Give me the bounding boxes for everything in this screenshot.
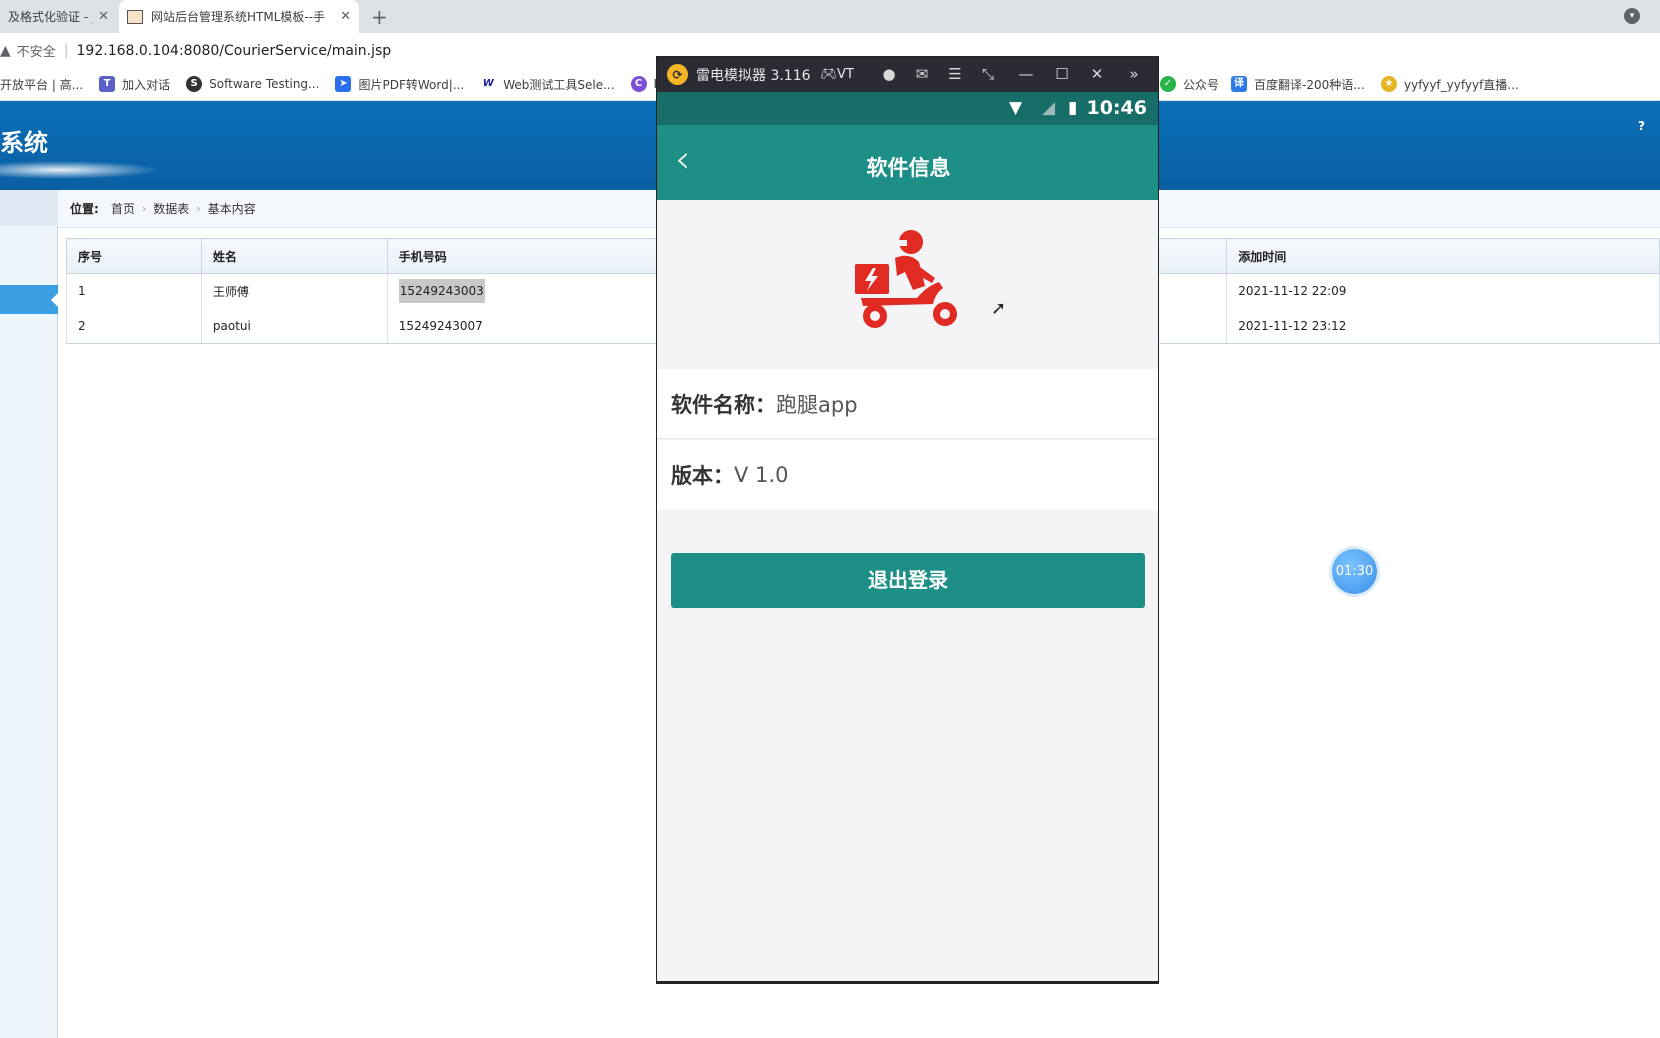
sidebar-item-active[interactable] bbox=[0, 285, 58, 314]
gamepad-icon[interactable]: 🎮︎ bbox=[821, 67, 838, 82]
tab-title: 网站后台管理系统HTML模板--手 bbox=[151, 10, 326, 24]
bookmark-item[interactable]: S Software Testing... bbox=[186, 76, 319, 92]
page-title: 软件信息 bbox=[866, 156, 951, 180]
delivery-scooter-icon bbox=[855, 230, 957, 328]
help-icon[interactable]: ? bbox=[1638, 119, 1645, 133]
teams-icon: T bbox=[99, 76, 116, 92]
translate-icon: 译 bbox=[1231, 76, 1247, 92]
software-name-row: 软件名称： 跑腿app bbox=[657, 369, 1158, 439]
sidebar-header bbox=[0, 190, 58, 226]
resize-icon[interactable]: ⤡ bbox=[975, 57, 1001, 92]
browser-tab-bar: 及格式化验证 - JS ✕ 网站后台管理系统HTML模板--手 ✕ + ▾ bbox=[0, 0, 1660, 33]
bookmark-item[interactable]: 译 百度翻译-200种语... bbox=[1231, 76, 1365, 93]
bookmark-label: 加入对话 bbox=[122, 77, 171, 92]
bookmark-label: 开放平台 | 高... bbox=[0, 77, 84, 92]
breadcrumb-label: 位置: bbox=[70, 202, 99, 216]
column-header[interactable]: 序号 bbox=[66, 238, 202, 274]
bookmark-item[interactable]: W Web测试工具Sele... bbox=[480, 76, 615, 93]
bookmark-label: Web测试工具Sele... bbox=[503, 77, 615, 92]
close-icon[interactable]: ✕ bbox=[98, 9, 109, 24]
breadcrumb-basic-content[interactable]: 基本内容 bbox=[208, 200, 256, 217]
expand-sidebar-icon[interactable]: » bbox=[1121, 57, 1147, 92]
no-signal-icon: ◢ bbox=[1042, 98, 1056, 118]
bookmark-item[interactable]: ✓ 公众号 bbox=[1160, 76, 1219, 93]
close-icon[interactable]: ✕ bbox=[340, 9, 351, 24]
security-label[interactable]: 不安全 bbox=[17, 41, 56, 60]
cell-name: paotui bbox=[200, 308, 388, 344]
breadcrumb-home[interactable]: 首页 bbox=[111, 200, 135, 217]
bookmark-item[interactable]: T 加入对话 bbox=[99, 76, 170, 93]
account-icon[interactable]: ● bbox=[876, 57, 902, 92]
app-toolbar: ‹ 软件信息 bbox=[657, 125, 1158, 200]
minimize-icon[interactable]: — bbox=[1013, 57, 1039, 92]
admin-title: 系统 bbox=[0, 129, 48, 157]
cell-time: 2021-11-12 23:12 bbox=[1226, 308, 1660, 344]
logout-button[interactable]: 退出登录 bbox=[671, 553, 1145, 608]
breadcrumb-datatable[interactable]: 数据表 bbox=[153, 200, 189, 217]
warning-icon[interactable]: ▲ bbox=[0, 43, 11, 59]
version-label: 版本： bbox=[671, 464, 734, 488]
url-text[interactable]: 192.168.0.104:8080/CourierService/main.j… bbox=[77, 43, 392, 59]
wechat-icon: ✓ bbox=[1160, 76, 1176, 92]
circle-logo-icon: C bbox=[630, 76, 647, 92]
battery-icon: ▮ bbox=[1068, 98, 1078, 118]
bookmark-label: Software Testing... bbox=[209, 77, 320, 91]
left-sidebar bbox=[0, 190, 58, 1038]
tab-title: 及格式化验证 - JS bbox=[8, 10, 92, 24]
active-pointer-icon bbox=[51, 293, 58, 307]
browser-tab-1[interactable]: 及格式化验证 - JS ✕ bbox=[0, 0, 117, 33]
cell-no: 1 bbox=[66, 273, 202, 309]
software-testing-icon: S bbox=[186, 76, 203, 92]
close-icon[interactable]: ✕ bbox=[1084, 57, 1110, 92]
bookmark-item[interactable]: 开放平台 | 高... bbox=[0, 76, 83, 93]
emulator-title: 雷电模拟器 3.116 bbox=[696, 67, 811, 84]
bookmark-item[interactable]: ★ yyfyyf_yyfyyf直播... bbox=[1381, 76, 1519, 93]
w-logo-icon: W bbox=[482, 78, 494, 89]
header-swoosh-decoration bbox=[0, 161, 160, 179]
pdf-convert-icon: ➤ bbox=[335, 76, 352, 92]
breadcrumb-separator-icon: › bbox=[196, 202, 201, 215]
emulator-titlebar[interactable]: ⟳ 雷电模拟器 3.116 🎮︎ VT ● ✉ ☰ ⤡ — ☐ ✕ » bbox=[657, 57, 1158, 92]
app-logo-area bbox=[657, 200, 1158, 366]
selected-phone-text[interactable]: 15249243003 bbox=[398, 279, 485, 304]
bookmark-label: 公众号 bbox=[1183, 77, 1220, 92]
software-name-value: 跑腿app bbox=[776, 392, 858, 417]
version-row: 版本： V 1.0 bbox=[657, 440, 1158, 510]
cell-name: 王师傅 bbox=[200, 273, 388, 309]
status-time: 10:46 bbox=[1086, 97, 1147, 119]
breadcrumb-separator-icon: › bbox=[141, 202, 147, 215]
software-name-label: 软件名称： bbox=[671, 392, 776, 417]
bookmark-label: 图片PDF转Word|... bbox=[358, 77, 465, 92]
tab-search-icon[interactable]: ▾ bbox=[1624, 8, 1640, 24]
bookmark-item[interactable]: ➤ 图片PDF转Word|... bbox=[335, 76, 464, 93]
version-value: V 1.0 bbox=[734, 463, 789, 487]
emulator-window: ⟳ 雷电模拟器 3.116 🎮︎ VT ● ✉ ☰ ⤡ — ☐ ✕ » ▼ ◢ … bbox=[656, 56, 1159, 984]
live-stream-icon: ★ bbox=[1381, 76, 1397, 92]
page-favicon-icon bbox=[127, 9, 143, 24]
column-header[interactable]: 姓名 bbox=[200, 238, 388, 274]
menu-icon[interactable]: ☰ bbox=[942, 57, 968, 92]
browser-tab-2[interactable]: 网站后台管理系统HTML模板--手 ✕ bbox=[119, 0, 359, 33]
column-header[interactable]: 添加时间 bbox=[1226, 238, 1660, 274]
emulator-logo-icon: ⟳ bbox=[667, 64, 688, 85]
android-status-bar: ▼ ◢ ▮ 10:46 bbox=[657, 92, 1158, 125]
cell-time: 2021-11-12 22:09 bbox=[1226, 273, 1660, 309]
bookmark-label: 百度翻译-200种语... bbox=[1254, 77, 1365, 92]
vt-label: VT bbox=[837, 67, 854, 82]
maximize-icon[interactable]: ☐ bbox=[1049, 57, 1075, 92]
new-tab-button[interactable]: + bbox=[371, 5, 388, 29]
cell-no: 2 bbox=[66, 308, 202, 344]
recording-timer-badge[interactable]: 01:30 bbox=[1332, 549, 1377, 594]
mouse-cursor-icon: ➚ bbox=[991, 298, 1007, 319]
wifi-icon: ▼ bbox=[1009, 98, 1023, 118]
mail-icon[interactable]: ✉ bbox=[909, 57, 935, 92]
divider: | bbox=[63, 42, 69, 59]
bookmark-label: yyfyyf_yyfyyf直播... bbox=[1404, 77, 1519, 92]
